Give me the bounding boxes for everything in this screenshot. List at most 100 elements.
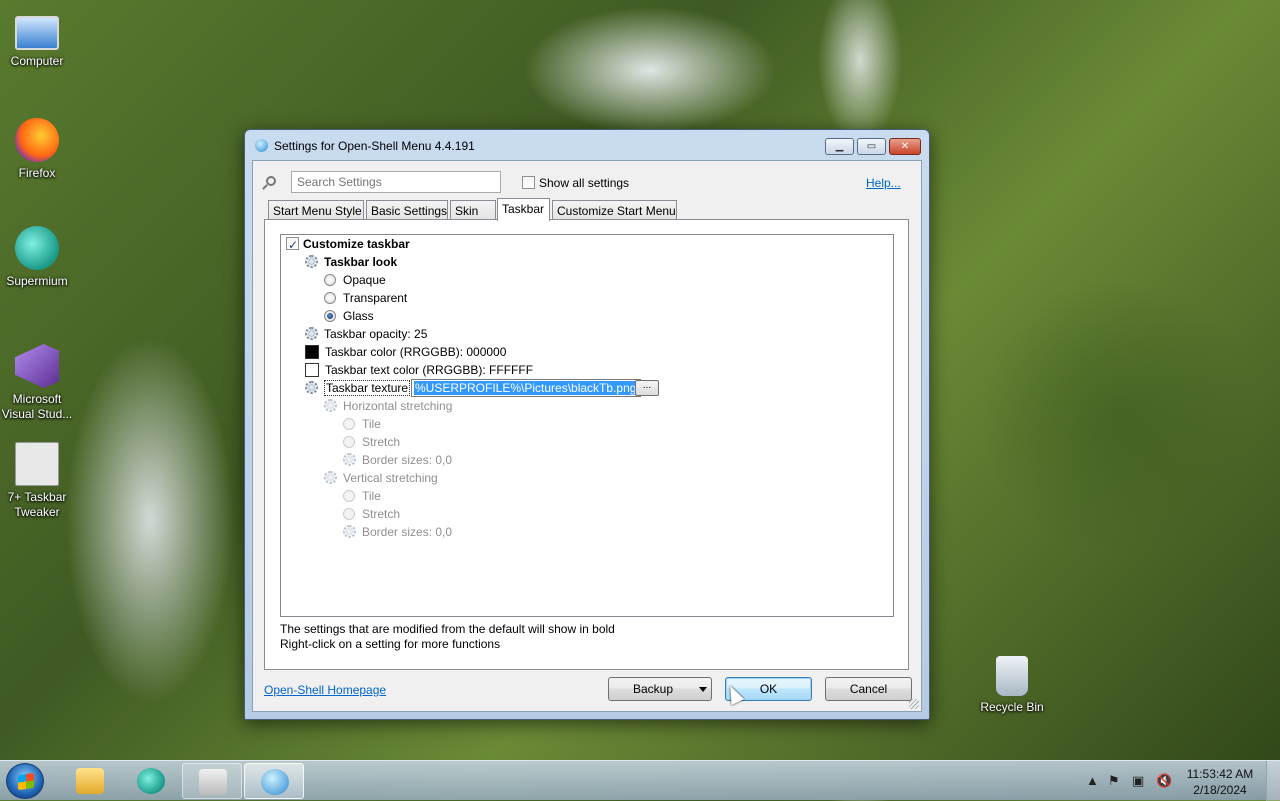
gear-icon [343, 453, 356, 466]
radio-label: Stretch [362, 435, 401, 449]
recycle-bin-icon [996, 656, 1028, 696]
info-text: The settings that are modified from the … [280, 622, 615, 652]
taskbar-app-open-shell[interactable] [244, 763, 304, 799]
gear-icon [305, 255, 318, 268]
desktop-icon-label: Microsoft Visual Stud... [1, 392, 73, 421]
texture-path-input[interactable]: %USERPROFILE%\Pictures\blackTb.png [411, 379, 641, 397]
radio-label: Glass [343, 309, 374, 323]
tree-item-taskbar-look[interactable]: Taskbar look [305, 253, 397, 271]
windows-logo-icon [18, 772, 34, 791]
radio-h-tile[interactable]: Tile [343, 415, 381, 433]
taskbar-app-tweaker[interactable] [182, 763, 242, 799]
desktop-icon-firefox[interactable]: Firefox [0, 118, 74, 181]
gear-icon [305, 327, 318, 340]
backup-label: Backup [633, 682, 674, 696]
tab-taskbar[interactable]: Taskbar [497, 198, 550, 221]
desktop-icon-computer[interactable]: Computer [0, 10, 74, 69]
customize-taskbar-checkbox[interactable] [286, 236, 299, 254]
maximize-button[interactable]: ▭ [857, 138, 886, 155]
tree-item-taskbar-text-color[interactable]: Taskbar text color (RRGGBB): FFFFFF [305, 361, 533, 379]
radio-v-tile[interactable]: Tile [343, 487, 381, 505]
radio-glass[interactable]: Glass [324, 307, 374, 325]
cancel-button[interactable]: Cancel [825, 677, 912, 701]
show-hidden-icons-icon[interactable]: ▲ [1086, 773, 1099, 788]
search-input[interactable] [291, 171, 501, 193]
radio-button[interactable] [343, 490, 355, 502]
start-button[interactable] [6, 763, 44, 799]
tab-customize-start-menu[interactable]: Customize Start Menu [552, 200, 677, 220]
desktop-icon-recycle-bin[interactable]: Recycle Bin [975, 656, 1049, 715]
tree-item-vertical-stretching[interactable]: Vertical stretching [324, 469, 438, 487]
tree-item-label: Taskbar color (RRGGBB): 000000 [325, 345, 507, 359]
search-icon [266, 176, 276, 186]
show-all-settings[interactable]: Show all settings [522, 176, 629, 190]
desktop-icon-supermium[interactable]: Supermium [0, 226, 74, 289]
desktop-icon-label: Firefox [18, 166, 56, 180]
radio-h-stretch[interactable]: Stretch [343, 433, 400, 451]
system-clock[interactable]: 11:53:42 AM 2/18/2024 [1180, 766, 1260, 798]
title-bar[interactable]: Settings for Open-Shell Menu 4.4.191 ▁ ▭… [245, 130, 929, 160]
radio-button[interactable] [343, 418, 355, 430]
tab-basic-settings[interactable]: Basic Settings [366, 200, 448, 220]
close-button[interactable]: ✕ [889, 138, 921, 155]
radio-button-selected[interactable] [324, 310, 336, 322]
desktop-icon-visual-studio[interactable]: Microsoft Visual Stud... [0, 344, 74, 422]
radio-button[interactable] [343, 436, 355, 448]
radio-v-stretch[interactable]: Stretch [343, 505, 400, 523]
texture-path-text: %USERPROFILE%\Pictures\blackTb.png [414, 381, 638, 395]
browse-button[interactable]: ... [635, 380, 659, 396]
gear-icon [324, 399, 337, 412]
show-all-checkbox[interactable] [522, 176, 535, 189]
tree-item-taskbar-color[interactable]: Taskbar color (RRGGBB): 000000 [305, 343, 506, 361]
tree-item-customize-taskbar[interactable]: Customize taskbar [286, 235, 410, 254]
tree-item-label: Customize taskbar [303, 237, 410, 251]
settings-tree[interactable]: Customize taskbar Taskbar look Opaque Tr… [280, 234, 894, 617]
color-swatch [305, 345, 319, 359]
desktop-icon-tweaker[interactable]: 7+ Taskbar Tweaker [0, 442, 74, 520]
info-line-1: The settings that are modified from the … [280, 622, 615, 636]
radio-button[interactable] [343, 508, 355, 520]
radio-transparent[interactable]: Transparent [324, 289, 407, 307]
taskbar: ▲ ⚑ ▣ 🔇 11:53:42 AM 2/18/2024 [0, 760, 1280, 801]
volume-muted-icon[interactable]: 🔇 [1156, 773, 1172, 789]
tweaker-icon [199, 769, 227, 795]
clock-time: 11:53:42 AM [1186, 767, 1254, 781]
taskbar-app-supermium[interactable] [121, 763, 181, 799]
info-line-2: Right-click on a setting for more functi… [280, 637, 501, 651]
color-swatch [305, 363, 319, 377]
tree-item-label: Border sizes: 0,0 [362, 525, 453, 539]
minimize-button[interactable]: ▁ [825, 138, 854, 155]
show-desktop-button[interactable] [1266, 761, 1280, 801]
tree-item-h-border-sizes[interactable]: Border sizes: 0,0 [343, 451, 452, 469]
tree-item-label: Horizontal stretching [343, 399, 453, 413]
tree-item-v-border-sizes[interactable]: Border sizes: 0,0 [343, 523, 452, 541]
help-link[interactable]: Help... [866, 176, 901, 190]
radio-label: Tile [362, 489, 381, 503]
tab-start-menu-style[interactable]: Start Menu Style [268, 200, 364, 220]
tree-item-label: Vertical stretching [343, 471, 438, 485]
firefox-icon [15, 118, 59, 162]
backup-button[interactable]: Backup [608, 677, 712, 701]
tree-item-opacity[interactable]: Taskbar opacity: 25 [305, 325, 427, 343]
radio-opaque[interactable]: Opaque [324, 271, 386, 289]
computer-icon [15, 16, 59, 50]
file-explorer-icon [76, 768, 104, 794]
taskbar-app-file-explorer[interactable] [60, 763, 120, 799]
tree-item-taskbar-texture[interactable]: Taskbar texture %USERPROFILE%\Pictures\b… [305, 379, 705, 397]
radio-button[interactable] [324, 274, 336, 286]
tab-skin[interactable]: Skin [450, 200, 496, 220]
radio-label: Opaque [343, 273, 386, 287]
desktop-icon-label: Recycle Bin [980, 700, 1044, 714]
tree-item-horizontal-stretching[interactable]: Horizontal stretching [324, 397, 452, 415]
clock-date: 2/18/2024 [1193, 783, 1247, 797]
tweaker-icon [15, 442, 59, 486]
window-title: Settings for Open-Shell Menu 4.4.191 [274, 139, 475, 153]
action-center-flag-icon[interactable]: ⚑ [1108, 773, 1120, 789]
open-shell-icon [261, 769, 289, 795]
desktop-icon-label: Supermium [6, 274, 68, 288]
resize-grip[interactable] [909, 699, 919, 709]
supermium-icon [15, 226, 59, 270]
homepage-link[interactable]: Open-Shell Homepage [264, 683, 386, 697]
radio-button[interactable] [324, 292, 336, 304]
network-icon[interactable]: ▣ [1132, 773, 1144, 789]
